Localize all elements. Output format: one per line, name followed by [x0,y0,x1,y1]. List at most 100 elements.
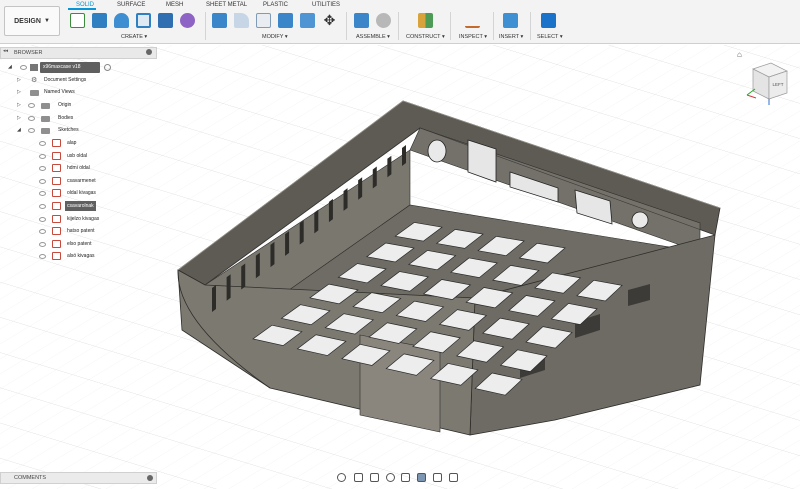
revolve-icon[interactable] [114,13,129,28]
visibility-eye-icon[interactable] [28,103,35,108]
tree-node-document-settings[interactable]: Document Settings [44,75,86,86]
tree-node-sketch[interactable]: csavarmenet [65,176,98,186]
tree-node-origin[interactable]: Origin [58,100,71,111]
joint-icon[interactable] [376,13,391,28]
inspect-menu[interactable]: INSPECT ▾ [459,33,487,41]
select-menu[interactable]: SELECT ▾ [537,33,563,41]
create-menu[interactable]: CREATE ▾ [121,33,147,41]
insert-image-icon[interactable] [503,13,518,28]
folder-icon [30,90,39,96]
grid-settings-icon[interactable] [433,473,442,482]
folder-icon [41,103,50,109]
tree-node-sketches[interactable]: Sketches [58,125,79,136]
modify-menu[interactable]: MODIFY ▾ [262,33,288,41]
tree-node-sketch[interactable]: oldal kivagas [65,188,98,198]
visibility-eye-icon[interactable] [39,141,46,146]
sketch-icon [52,189,61,198]
tab-mesh[interactable]: MESH [166,0,183,10]
insert-menu[interactable]: INSERT ▾ [499,33,523,41]
tree-node-sketch[interactable]: elso patent [65,239,93,249]
form-icon[interactable] [180,13,195,28]
expand-triangle-icon[interactable]: ◢ [8,62,12,73]
vent-slot [358,177,363,200]
vent-slot [387,155,392,178]
collapse-icon[interactable]: ◂◂ [3,48,8,54]
fit-icon[interactable] [401,473,410,482]
new-sketch-icon[interactable] [70,13,85,28]
select-icon[interactable] [541,13,556,28]
extrude-icon[interactable] [92,13,107,28]
viewports-icon[interactable] [449,473,458,482]
shell-icon[interactable] [256,13,271,28]
expand-triangle-icon[interactable]: ▷ [17,100,21,111]
divider [398,12,399,40]
tree-node-sketch[interactable]: alsó kivagas [65,251,97,261]
orbit-icon[interactable] [337,473,346,482]
visibility-eye-icon[interactable] [39,254,46,260]
workspace-switcher[interactable]: DESIGN ▼ [4,6,60,36]
tree-node-sketch[interactable]: hatso patent [65,226,97,236]
caret-down-icon: ▼ [43,18,50,24]
visibility-eye-icon[interactable] [28,128,35,133]
sketch-icon [52,252,61,261]
visibility-eye-icon[interactable] [28,116,35,121]
toolbar: DESIGN ▼ SOLID SURFACE MESH SHEET METAL … [0,0,800,44]
expand-triangle-icon[interactable]: ▷ [17,113,21,124]
visibility-eye-icon[interactable] [39,229,46,235]
pin-icon[interactable] [147,475,153,481]
tab-plastic[interactable]: PLASTIC [263,0,288,10]
visibility-eye-icon[interactable] [20,65,27,70]
visibility-eye-icon[interactable] [39,153,46,159]
tab-sheet-metal[interactable]: SHEET METAL [206,0,247,10]
vent-slot [270,241,275,268]
move-icon[interactable]: ✥ [322,13,337,28]
tree-node-sketch[interactable]: csavarolnak [65,201,96,211]
tree-node-sketch[interactable]: alap [65,138,78,148]
home-icon[interactable]: ⌂ [737,50,742,59]
hole-icon[interactable] [136,13,151,28]
tree-node-sketch[interactable]: usb oldal [65,151,89,161]
navigation-bar [332,472,467,484]
look-at-icon[interactable] [354,473,363,482]
expand-triangle-icon[interactable]: ◢ [17,125,21,136]
visibility-eye-icon[interactable] [39,178,46,184]
combine-icon[interactable] [278,13,293,28]
pan-hand-icon[interactable] [370,473,379,482]
press-pull-icon[interactable] [212,13,227,28]
vent-slot [226,274,231,301]
assemble-menu[interactable]: ASSEMBLE ▾ [356,33,390,41]
tree-node-bodies[interactable]: Bodies [58,113,73,124]
visibility-eye-icon[interactable] [39,191,46,197]
visibility-eye-icon[interactable] [39,166,46,172]
vent-slot [372,166,377,189]
fillet-icon[interactable] [234,13,249,28]
expand-triangle-icon[interactable]: ▷ [17,87,21,98]
new-component-icon[interactable] [354,13,369,28]
offset-plane-icon[interactable] [418,13,433,28]
folder-icon [41,128,50,134]
measure-icon[interactable] [465,13,480,28]
root-component[interactable]: x96maxcase v18 [40,62,100,73]
tab-utilities[interactable]: UTILITIES [312,0,340,10]
tree-node-named-views[interactable]: Named Views [44,87,75,98]
browser-header[interactable]: BROWSER [0,47,157,59]
split-icon[interactable] [300,13,315,28]
expand-triangle-icon[interactable]: ▷ [17,75,21,86]
browser-title: BROWSER [14,50,43,56]
construct-menu[interactable]: CONSTRUCT ▾ [406,33,445,41]
visibility-eye-icon[interactable] [39,204,46,209]
pin-icon[interactable] [146,49,152,55]
zoom-icon[interactable] [386,473,395,482]
vent-slot [402,145,406,166]
comments-panel[interactable]: COMMENTS [0,472,157,484]
visibility-eye-icon[interactable] [39,241,46,247]
tab-surface[interactable]: SURFACE [117,0,145,10]
activate-radio-icon[interactable] [104,64,111,71]
visibility-eye-icon[interactable] [39,216,46,222]
tree-node-sketch[interactable]: hdmi oldal [65,163,92,173]
box-icon[interactable] [158,13,173,28]
view-cube[interactable]: LEFT ⌂ [737,50,793,107]
sketch-icon [52,176,61,185]
tree-node-sketch[interactable]: kijelzo kivagas [65,214,101,224]
display-settings-icon[interactable] [417,473,426,482]
